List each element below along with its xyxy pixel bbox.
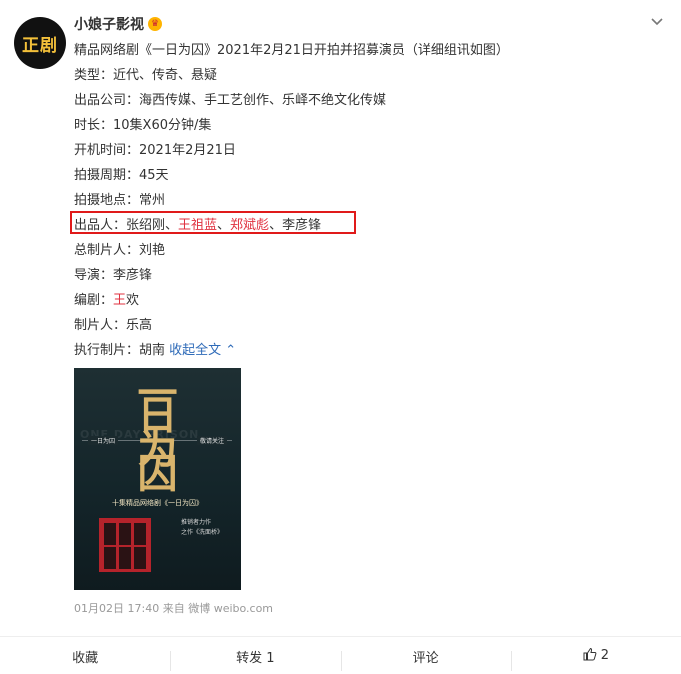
red-highlight-box (70, 211, 356, 234)
like-count: 2 (600, 648, 610, 663)
collapse-link[interactable]: 收起全文 (169, 343, 221, 358)
like-button[interactable]: 2 (510, 647, 681, 671)
post-time[interactable]: 01月02日 17:40 (74, 602, 159, 615)
writer-label: 编剧： (74, 293, 114, 308)
post-line: 时长：10集X60分钟/集 (74, 118, 212, 133)
chevron-up-icon[interactable]: ⌃ (221, 343, 236, 358)
thumbs-up-icon (583, 647, 597, 665)
writer-name-link[interactable]: 王 (113, 293, 126, 308)
poster-title-char: 囚 (137, 451, 178, 497)
author-row: 小娘子影视 ♛ (74, 14, 162, 34)
post-line: 开机时间：2021年2月21日 (74, 143, 236, 158)
chief-producer-line: 总制片人：刘艳 (74, 243, 166, 258)
action-bar: 收藏 转发 1 评论 2 (0, 638, 681, 674)
post-line: 精品网络剧《一日为囚》2021年2月21日开拍并招募演员（详细组讯如图） (74, 43, 509, 58)
poster-window-graphic (99, 518, 151, 572)
director-line: 导演：李彦锋 (74, 268, 153, 283)
post-line: 拍摄地点：常州 (74, 193, 166, 208)
poster-subtitle: 十集精品网络剧《一日为囚》 (112, 499, 203, 507)
author-name[interactable]: 小娘子影视 (74, 14, 144, 34)
post-line: 拍摄周期：45天 (74, 168, 169, 183)
comment-button[interactable]: 评论 (340, 647, 511, 671)
avatar[interactable]: 正剧 (14, 17, 66, 69)
writer-line: 编剧：王欢 (74, 288, 664, 313)
vip-badge-icon: ♛ (148, 17, 162, 31)
favorite-label: 收藏 (72, 650, 99, 666)
repost-button[interactable]: 转发 1 (170, 647, 340, 671)
post-line: 类型：近代、传奇、悬疑 (74, 68, 218, 83)
exec-producer-line: 执行制片：胡南 收起全文 ⌃ (74, 338, 664, 363)
post-meta: 01月02日 17:40 来自 微博 weibo.com (74, 600, 273, 616)
writer-name-rest: 欢 (126, 293, 140, 308)
poster-image[interactable]: ONE DAY PRISON 一 一日为囚 敬请关注 日 为 囚 十集精品网络剧… (74, 368, 241, 590)
chevron-down-icon[interactable] (647, 14, 667, 34)
producer-line: 制片人：乐高 (74, 318, 153, 333)
comment-label: 评论 (412, 650, 439, 666)
post-line: 出品公司：海西传媒、手工艺创作、乐峄不绝文化传媒 (74, 93, 387, 108)
poster-right-tag: 敬请关注 (196, 436, 227, 445)
post-source: 来自 微博 weibo.com (162, 602, 274, 615)
action-bar-divider (0, 636, 681, 637)
repost-label: 转发 1 (236, 650, 275, 666)
poster-copy-line: 推销者力作 (181, 519, 212, 526)
exec-producer-label: 执行制片：胡南 (74, 343, 170, 358)
poster-left-tag: 一日为囚 (88, 436, 119, 445)
poster-copy-line: 之作《洗面桥》 (181, 529, 224, 536)
favorite-button[interactable]: 收藏 (0, 647, 170, 666)
post-body: 精品网络剧《一日为囚》2021年2月21日开拍并招募演员（详细组讯如图） 类型：… (74, 38, 664, 363)
poster-copy: 推销者力作 之作《洗面桥》 (181, 518, 231, 538)
